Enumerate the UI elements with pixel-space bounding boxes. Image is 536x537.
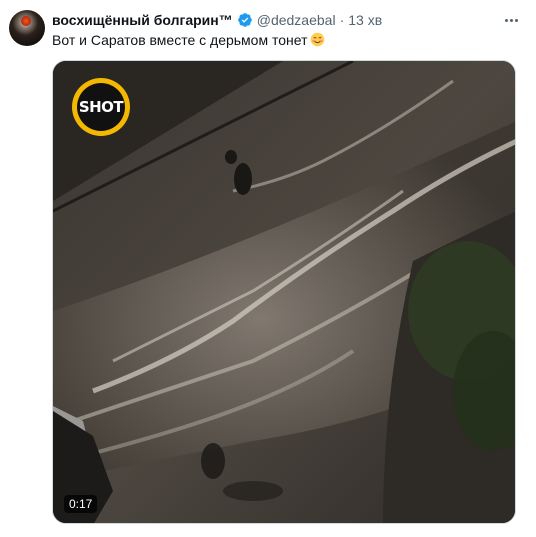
tweet-timestamp[interactable]: 13 хв: [348, 12, 382, 28]
verified-badge-icon: [237, 12, 253, 28]
tweet[interactable]: восхищённый болгарин™ @dedzaebal · 13 хв…: [0, 0, 536, 537]
tweet-header: восхищённый болгарин™ @dedzaebal · 13 хв: [52, 11, 382, 29]
blush-emoji-icon: [310, 32, 325, 47]
more-options-icon[interactable]: [500, 9, 522, 31]
tweet-text-content: Вот и Саратов вместе с дерьмом тонет: [52, 32, 308, 48]
separator: ·: [339, 12, 345, 28]
tweet-text: Вот и Саратов вместе с дерьмом тонет: [52, 31, 325, 49]
video-player[interactable]: SHOT 0:17: [52, 60, 516, 524]
shot-watermark-text: SHOT: [77, 83, 125, 131]
shot-logo-icon: SHOT: [72, 78, 130, 136]
author-handle[interactable]: @dedzaebal: [257, 12, 336, 28]
video-duration: 0:17: [64, 495, 98, 513]
author-display-name[interactable]: восхищённый болгарин™: [52, 12, 233, 28]
video-frame: [53, 61, 515, 523]
avatar[interactable]: [9, 10, 45, 46]
